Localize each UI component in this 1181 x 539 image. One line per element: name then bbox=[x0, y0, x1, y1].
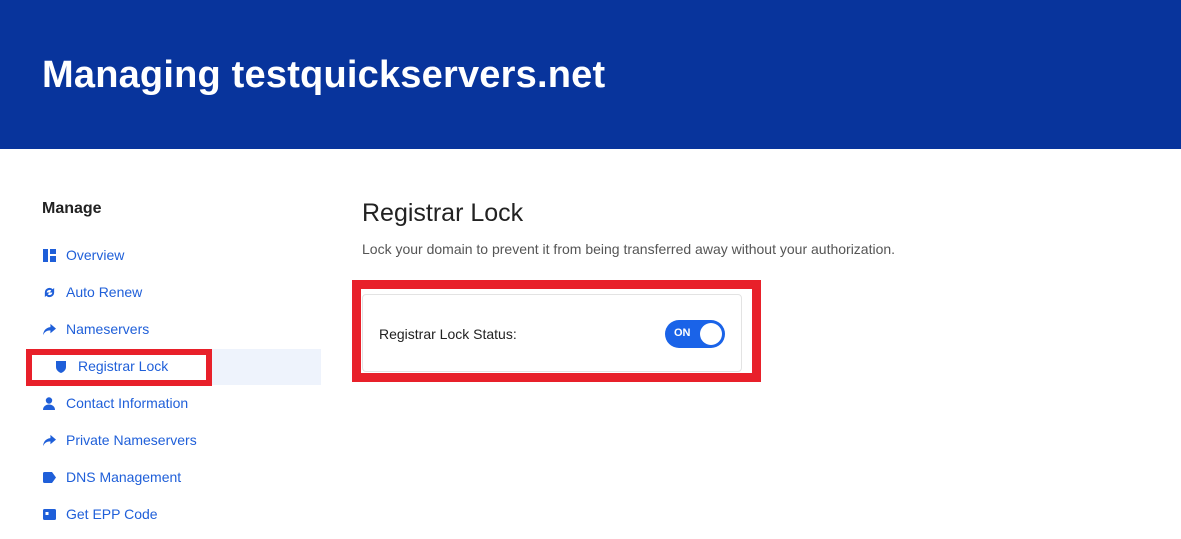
dashboard-icon bbox=[42, 248, 56, 262]
sidebar-item-nameservers[interactable]: Nameservers bbox=[42, 318, 149, 340]
sidebar: Manage Overview Auto Renew Nameservers R… bbox=[0, 149, 330, 539]
share-arrow-icon bbox=[42, 322, 56, 336]
registrar-lock-card: Registrar Lock Status: ON bbox=[362, 294, 742, 372]
sidebar-item-label: Contact Information bbox=[66, 395, 189, 411]
section-title: Registrar Lock bbox=[362, 199, 524, 227]
registrar-lock-toggle[interactable]: ON bbox=[665, 320, 725, 348]
sidebar-item-label: DNS Management bbox=[66, 469, 182, 485]
header-banner: Managing testquickservers.net bbox=[0, 0, 1181, 149]
sidebar-item-overview[interactable]: Overview bbox=[42, 244, 124, 266]
shield-icon bbox=[54, 359, 68, 373]
sidebar-item-dns-management[interactable]: DNS Management bbox=[42, 466, 181, 488]
toggle-state-text: ON bbox=[674, 327, 691, 339]
sidebar-item-label: Overview bbox=[66, 247, 125, 263]
section-description: Lock your domain to prevent it from bein… bbox=[362, 241, 896, 257]
toggle-knob bbox=[700, 323, 722, 345]
tag-icon bbox=[42, 470, 56, 484]
share-arrow-icon bbox=[42, 433, 56, 447]
refresh-icon bbox=[42, 285, 56, 299]
user-icon bbox=[42, 396, 56, 410]
sidebar-item-auto-renew[interactable]: Auto Renew bbox=[42, 281, 142, 303]
registrar-lock-status-label: Registrar Lock Status: bbox=[379, 326, 517, 342]
sidebar-item-label: Private Nameservers bbox=[66, 432, 197, 448]
sidebar-item-private-nameservers[interactable]: Private Nameservers bbox=[42, 429, 197, 451]
id-card-icon bbox=[42, 507, 56, 521]
sidebar-item-contact-information[interactable]: Contact Information bbox=[42, 392, 188, 414]
sidebar-item-get-epp-code[interactable]: Get EPP Code bbox=[42, 503, 158, 525]
sidebar-item-label: Registrar Lock bbox=[78, 358, 169, 374]
page-title: Managing testquickservers.net bbox=[42, 54, 606, 96]
sidebar-item-label: Auto Renew bbox=[66, 284, 143, 300]
sidebar-heading: Manage bbox=[42, 200, 102, 217]
sidebar-item-label: Nameservers bbox=[66, 321, 150, 337]
sidebar-item-registrar-lock[interactable]: Registrar Lock bbox=[54, 355, 168, 377]
sidebar-item-label: Get EPP Code bbox=[66, 506, 158, 522]
